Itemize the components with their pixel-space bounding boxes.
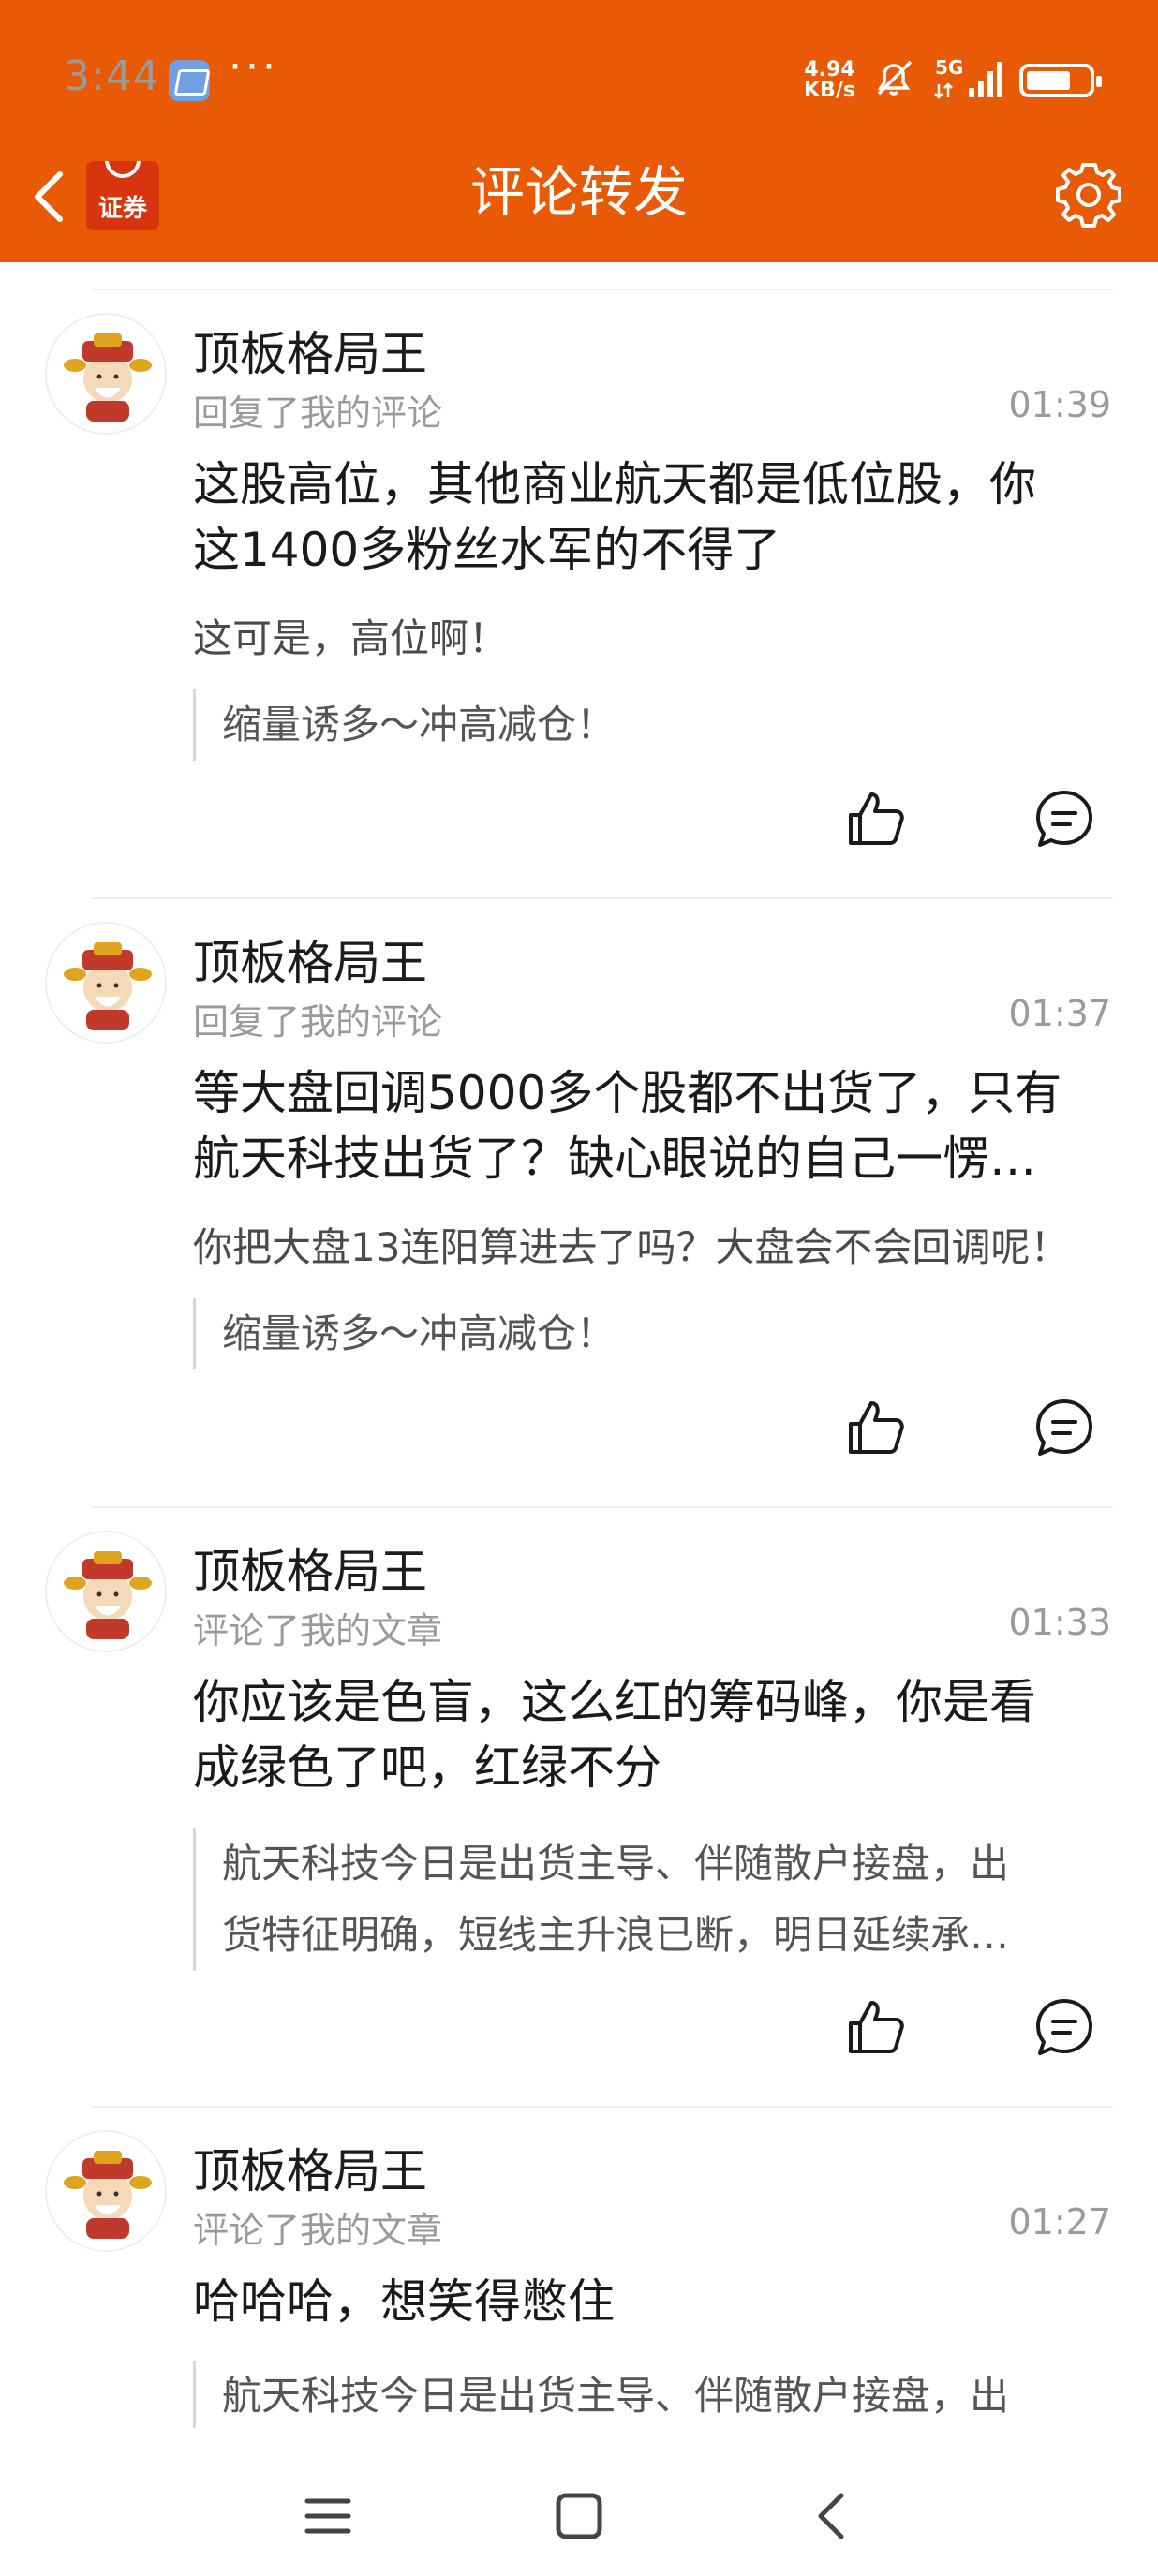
quoted-line: 缩量诱多～冲高减仓！ <box>222 1310 616 1356</box>
mute-bell-icon <box>877 60 913 96</box>
comment-time: 01:37 <box>1008 993 1111 1034</box>
commenter-name[interactable]: 顶板格局王 <box>193 1534 427 1602</box>
thumbs-up-icon[interactable] <box>843 1396 907 1459</box>
battery-icon <box>1019 64 1102 97</box>
comment-time: 01:39 <box>1008 384 1111 425</box>
comment-content: 这股高位，其他商业航天都是低位股，你 这1400多粉丝水军的不得了 <box>193 452 1092 583</box>
divider <box>92 2106 1113 2108</box>
system-nav-bar <box>0 2445 1158 2576</box>
comment-action: 评论了我的文章 <box>193 1610 443 1651</box>
comment-content-line: 你应该是色盲，这么红的筹码峰，你是看 <box>193 1675 1036 1729</box>
my-reply-text: 你把大盘13连阳算进去了吗？大盘会不会回调呢！ <box>193 1224 1070 1270</box>
commenter-name[interactable]: 顶板格局王 <box>193 925 427 993</box>
quoted-line: 货特征明确，短线主升浪已断，明日延续承… <box>222 1912 1010 1958</box>
comment-icon[interactable] <box>1032 787 1096 851</box>
quoted-original[interactable]: 缩量诱多～冲高减仓！ <box>193 1298 1092 1369</box>
quoted-original[interactable]: 航天科技今日是出货主导、伴随散户接盘，出 货特征明确，短线主升浪已断，明日延续承… <box>193 1828 1092 1971</box>
thumbs-up-icon[interactable] <box>843 787 907 851</box>
status-more-indicator: ··· <box>229 43 279 91</box>
network-speed: 4.94 KB/s <box>804 60 855 101</box>
network-speed-value: 4.94 <box>804 58 855 81</box>
comment-content: 哈哈哈，想笑得憋住 <box>193 2269 1092 2334</box>
comment-content: 等大盘回调5000多个股都不出货了，只有 航天科技出货了？缺心眼说的自己一愣… <box>193 1060 1130 1192</box>
comment-time: 01:27 <box>1008 2201 1111 2243</box>
my-reply-text: 这可是，高位啊！ <box>193 615 509 661</box>
divider <box>92 289 1113 290</box>
avatar-fortune-god-icon <box>64 333 152 422</box>
comment-icon[interactable] <box>1032 1396 1096 1459</box>
header: 评论转发 <box>0 159 1158 262</box>
divider <box>92 1506 1113 1508</box>
quoted-line: 缩量诱多～冲高减仓！ <box>222 702 616 748</box>
commenter-name[interactable]: 顶板格局王 <box>193 2134 427 2201</box>
avatar[interactable] <box>45 922 167 1044</box>
commenter-name[interactable]: 顶板格局王 <box>193 317 427 384</box>
quoted-line: 航天科技今日是出货主导、伴随散户接盘，出 <box>222 1841 1010 1887</box>
comment-content-line: 哈哈哈，想笑得憋住 <box>193 2274 615 2329</box>
avatar[interactable] <box>45 1531 167 1652</box>
quoted-original[interactable]: 缩量诱多～冲高减仓！ <box>193 689 1092 761</box>
signal-bars-icon <box>934 62 1002 99</box>
avatar[interactable] <box>45 2130 167 2252</box>
comment-content-line: 等大盘回调5000多个股都不出货了，只有 <box>193 1066 1062 1120</box>
comment-content-line: 成绿色了吧，红绿不分 <box>193 1740 661 1795</box>
status-bar: 3:44 ··· 4.94 KB/s 5G <box>0 0 1158 159</box>
quoted-line: 航天科技今日是出货主导、伴随散户接盘，出 <box>222 2373 1010 2419</box>
avatar-fortune-god-icon <box>64 2151 152 2239</box>
quoted-original[interactable]: 航天科技今日是出货主导、伴随散户接盘，出 <box>193 2361 1092 2428</box>
home-square-icon[interactable] <box>551 2488 607 2544</box>
settings-gear-icon[interactable] <box>1053 159 1124 230</box>
comment-action: 回复了我的评论 <box>193 1001 443 1043</box>
comment-action: 回复了我的评论 <box>193 392 443 434</box>
back-triangle-icon[interactable] <box>804 2488 860 2544</box>
notification-app-icon <box>169 60 210 101</box>
comment-content-line: 航天科技出货了？缺心眼说的自己一愣… <box>193 1132 1036 1186</box>
comment-time: 01:33 <box>1008 1602 1111 1643</box>
comment-action: 评论了我的文章 <box>193 2210 443 2251</box>
avatar-fortune-god-icon <box>64 1551 152 1639</box>
avatar-fortune-god-icon <box>64 942 152 1030</box>
menu-icon[interactable] <box>300 2488 356 2544</box>
comment-content-line: 这1400多粉丝水军的不得了 <box>193 523 781 577</box>
thumbs-up-icon[interactable] <box>843 1995 907 2059</box>
comment-content: 你应该是色盲，这么红的筹码峰，你是看 成绿色了吧，红绿不分 <box>193 1669 1092 1800</box>
network-speed-unit: KB/s <box>804 79 855 102</box>
comment-content-line: 这股高位，其他商业航天都是低位股，你 <box>193 457 1036 511</box>
avatar[interactable] <box>45 313 167 435</box>
page-title: 评论转发 <box>469 160 688 224</box>
divider <box>92 897 1113 899</box>
comment-icon[interactable] <box>1032 1995 1096 2059</box>
